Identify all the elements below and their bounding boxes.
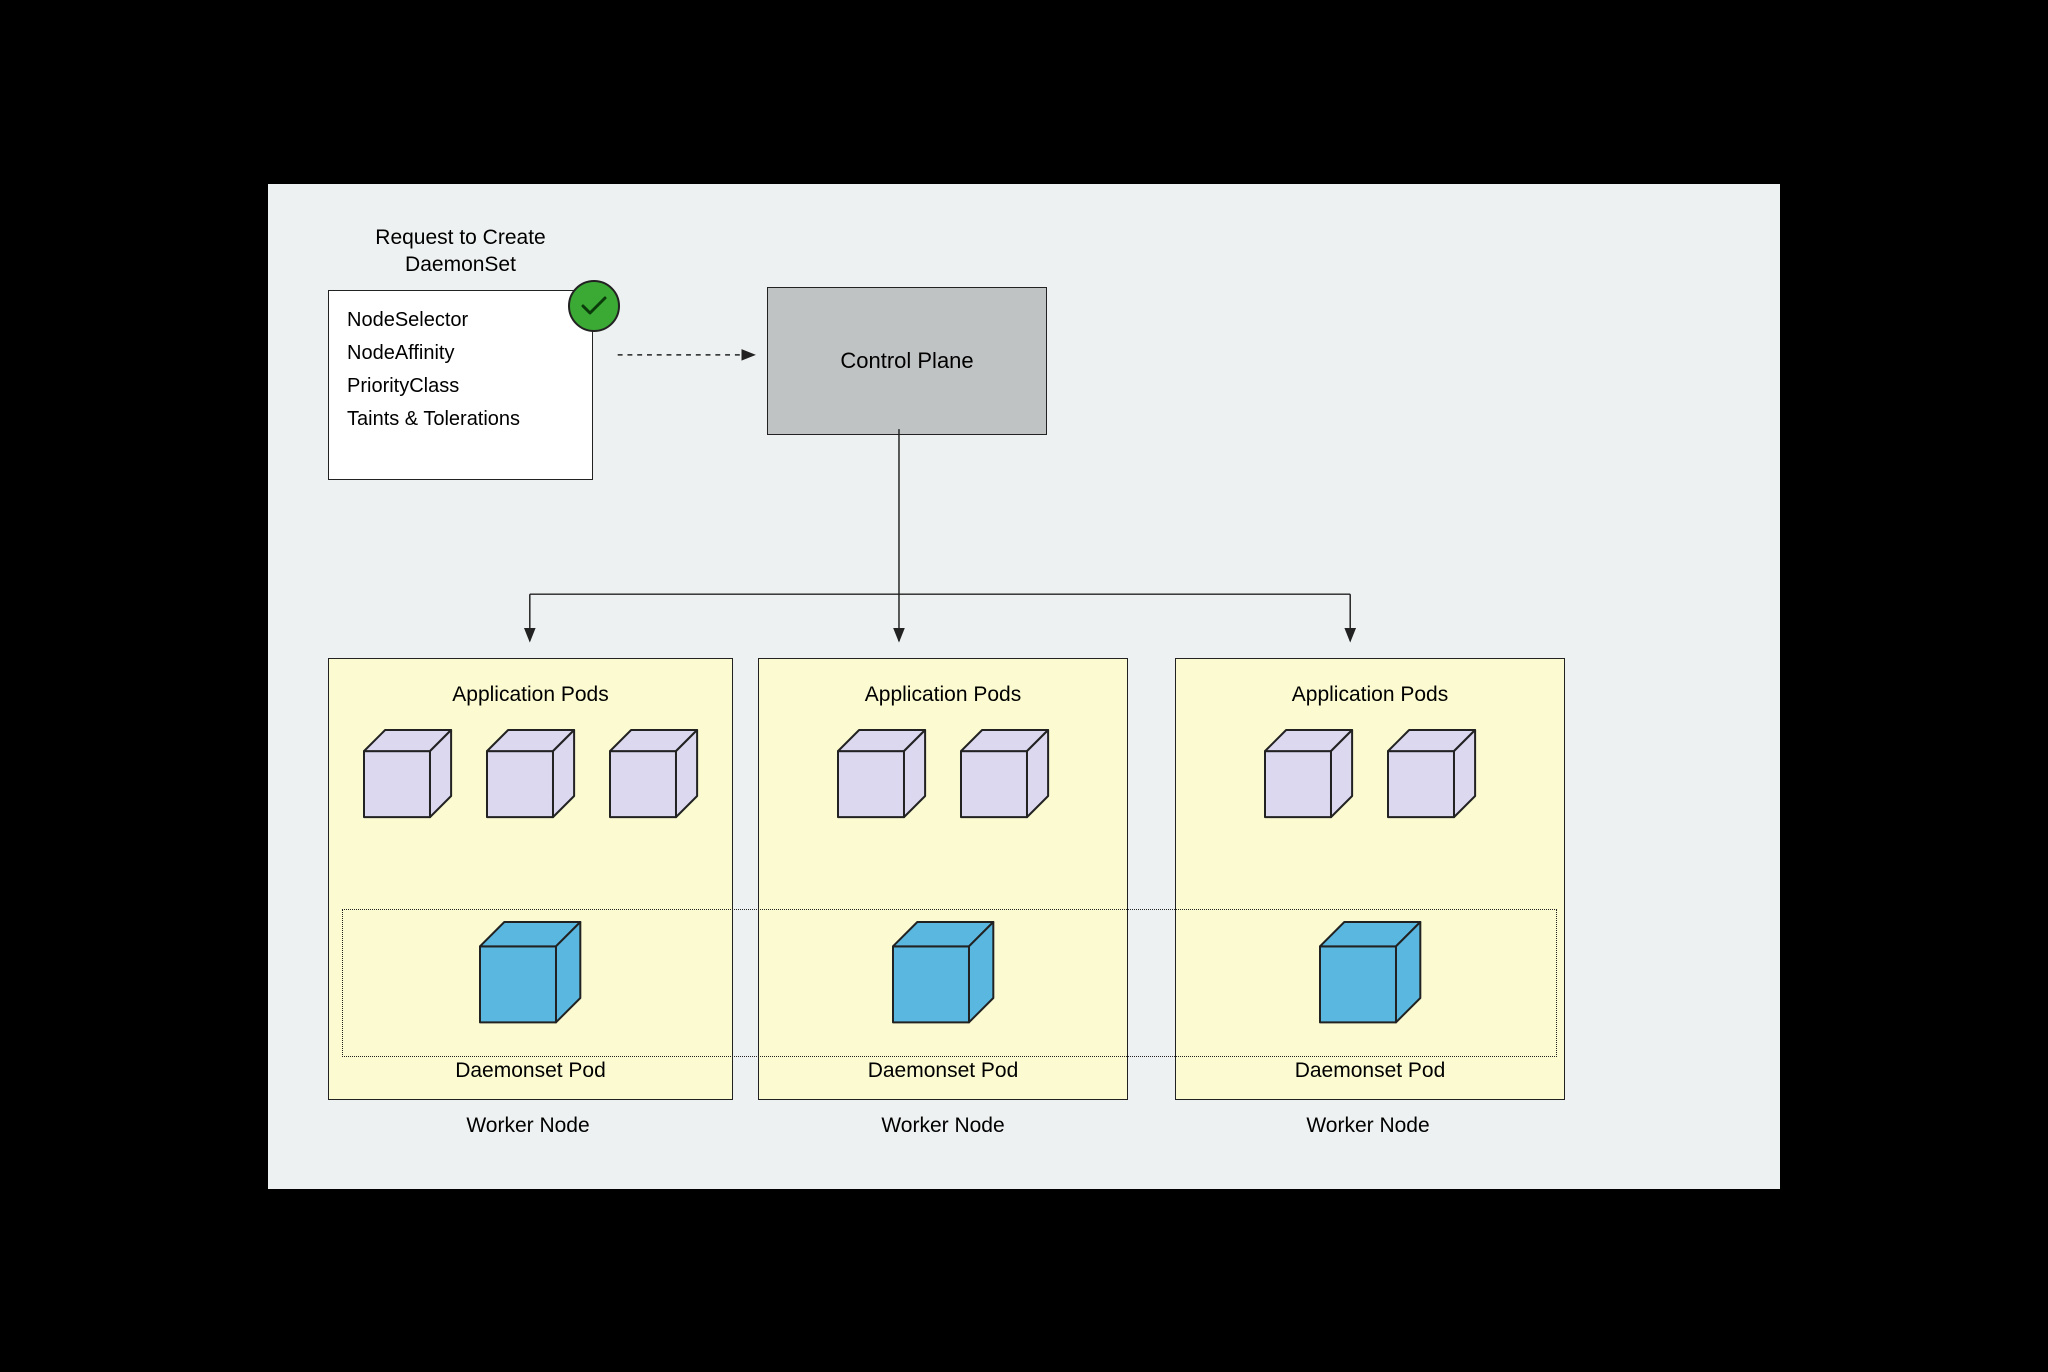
worker-node-label-1: Worker Node: [428, 1114, 628, 1138]
cube-icon: [1385, 727, 1478, 820]
ds-cube-slot-2: [759, 919, 1127, 1025]
ds-cube-slot-3: [1176, 919, 1564, 1025]
cube-icon: [1317, 919, 1423, 1025]
cube-icon: [835, 727, 928, 820]
worker-node-label-2: Worker Node: [843, 1114, 1043, 1138]
check-icon: [579, 291, 609, 321]
control-plane-label: Control Plane: [840, 348, 973, 374]
worker-node-1: Application Pods Daemonset Pod: [328, 658, 733, 1100]
app-pods-label-1: Application Pods: [329, 683, 732, 707]
cube-icon: [890, 919, 996, 1025]
request-item-nodeselector: NodeSelector: [347, 309, 580, 332]
approve-badge: [568, 280, 620, 332]
cube-icon: [1262, 727, 1355, 820]
ds-pod-label-3: Daemonset Pod: [1176, 1059, 1564, 1083]
app-cube-row-3: [1176, 719, 1564, 820]
cube-icon: [477, 919, 583, 1025]
app-pod-cube: [958, 727, 1051, 820]
control-plane-box: Control Plane: [767, 287, 1047, 435]
app-cube-row-1: [329, 719, 732, 820]
request-title: Request to CreateDaemonSet: [338, 224, 583, 279]
app-pod-cube: [1385, 727, 1478, 820]
app-pod-cube: [835, 727, 928, 820]
app-pod-cube: [484, 727, 577, 820]
cube-icon: [361, 727, 454, 820]
request-item-taints: Taints & Tolerations: [347, 408, 580, 431]
ds-pod-label-2: Daemonset Pod: [759, 1059, 1127, 1083]
worker-node-label-3: Worker Node: [1268, 1114, 1468, 1138]
daemonset-pod-cube: [477, 919, 583, 1025]
diagram-canvas: Request to CreateDaemonSet NodeSelector …: [256, 172, 1792, 1201]
app-pod-cube: [1262, 727, 1355, 820]
request-item-priorityclass: PriorityClass: [347, 375, 580, 398]
daemonset-pod-cube: [890, 919, 996, 1025]
worker-node-2: Application Pods Daemonset Pod: [758, 658, 1128, 1100]
request-title-line1: Request to CreateDaemonSet: [375, 226, 545, 276]
cube-icon: [484, 727, 577, 820]
app-pods-label-3: Application Pods: [1176, 683, 1564, 707]
ds-pod-label-1: Daemonset Pod: [329, 1059, 732, 1083]
app-pod-cube: [607, 727, 700, 820]
app-pod-cube: [361, 727, 454, 820]
app-cube-row-2: [759, 719, 1127, 820]
ds-cube-slot-1: [329, 919, 732, 1025]
cube-icon: [607, 727, 700, 820]
cube-icon: [958, 727, 1051, 820]
daemonset-pod-cube: [1317, 919, 1423, 1025]
request-box: NodeSelector NodeAffinity PriorityClass …: [328, 290, 593, 480]
app-pods-label-2: Application Pods: [759, 683, 1127, 707]
worker-node-3: Application Pods Daemonset Pod: [1175, 658, 1565, 1100]
request-item-nodeaffinity: NodeAffinity: [347, 342, 580, 365]
